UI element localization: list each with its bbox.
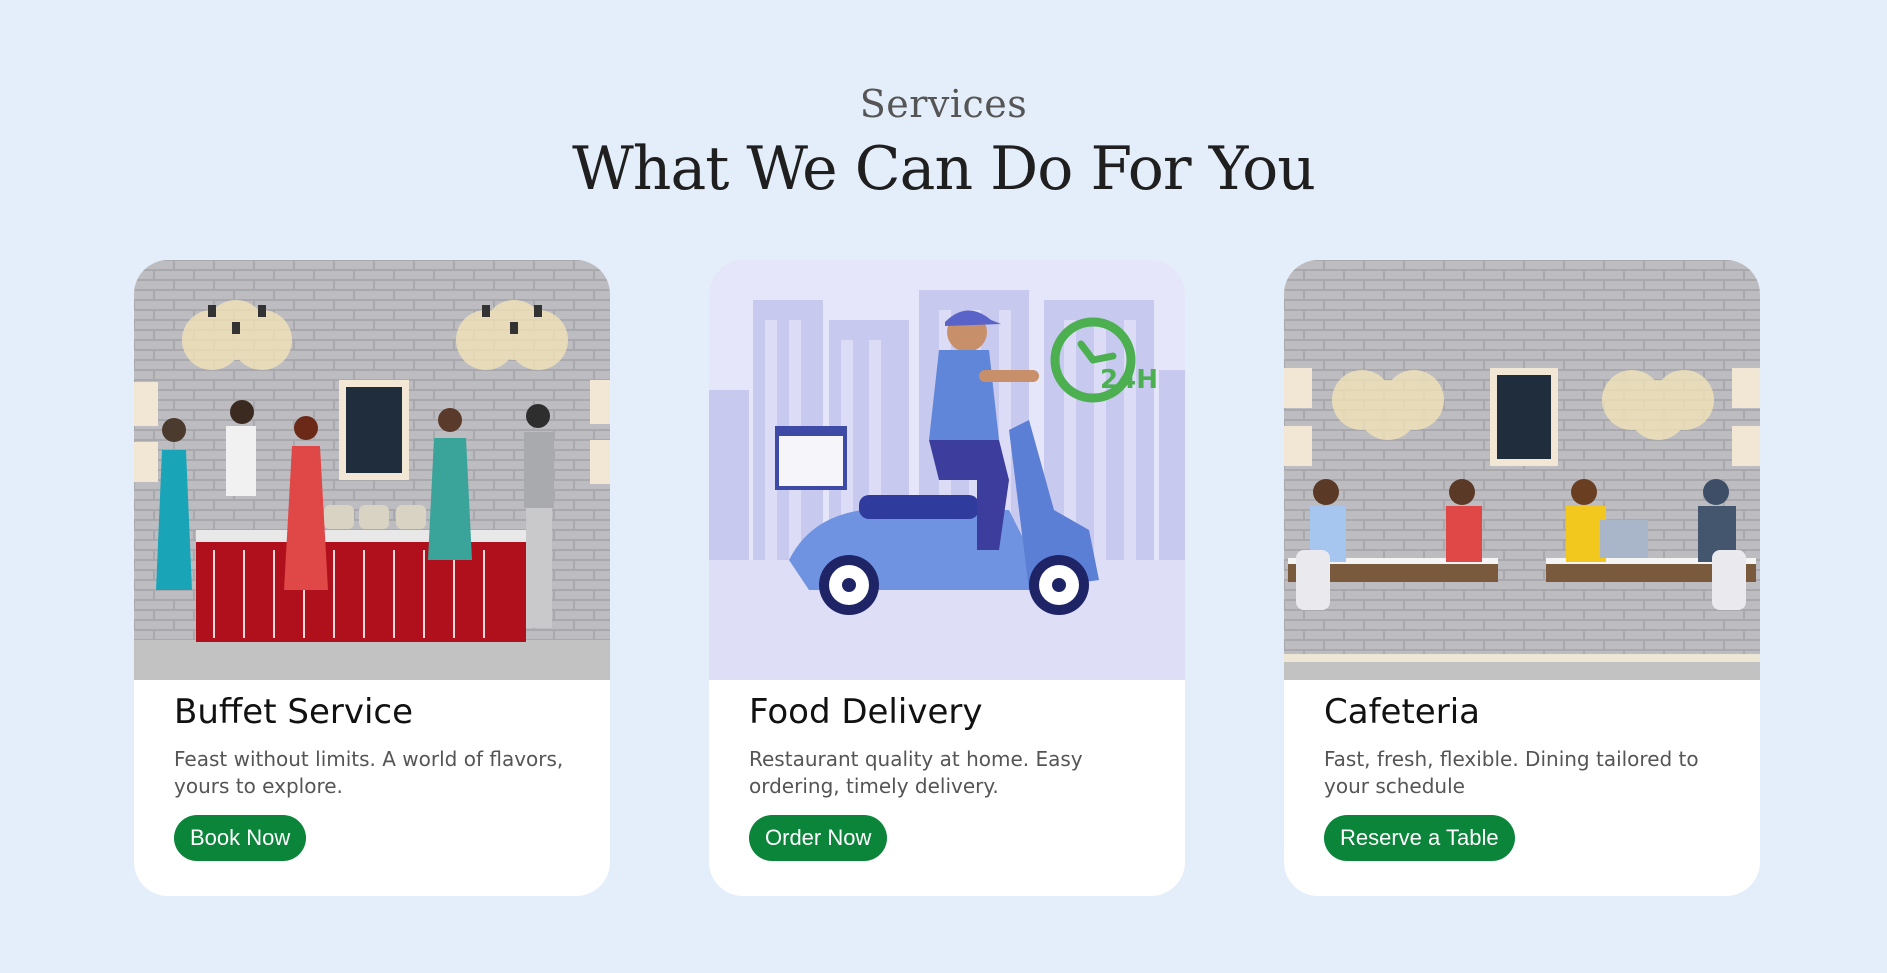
card-description: Restaurant quality at home. Easy orderin… — [749, 747, 1083, 799]
scooter-delivery-illustration: 24H — [709, 260, 1185, 680]
reserve-table-button[interactable]: Reserve a Table — [1324, 815, 1515, 861]
card-title: Cafeteria — [1324, 692, 1480, 732]
section-title: What We Can Do For You — [572, 134, 1316, 204]
card-title: Buffet Service — [174, 692, 414, 732]
card-title: Food Delivery — [749, 692, 983, 732]
order-now-button[interactable]: Order Now — [749, 815, 888, 861]
book-now-button[interactable]: Book Now — [174, 815, 307, 861]
card-description: Feast without limits. A world of flavors… — [174, 747, 564, 799]
service-card-delivery: 24H Food Delivery Restaurant quality at … — [709, 260, 1185, 896]
section-subtitle: Services — [859, 82, 1028, 126]
service-card-buffet: Buffet Service Feast without limits. A w… — [134, 260, 610, 896]
cafeteria-illustration — [1284, 260, 1760, 680]
card-description: Fast, fresh, flexible. Dining tailored t… — [1324, 747, 1699, 799]
service-card-cafeteria: Cafeteria Fast, fresh, flexible. Dining … — [1284, 260, 1760, 896]
buffet-illustration — [134, 260, 610, 680]
delivery-badge-text: 24H — [1100, 365, 1158, 395]
